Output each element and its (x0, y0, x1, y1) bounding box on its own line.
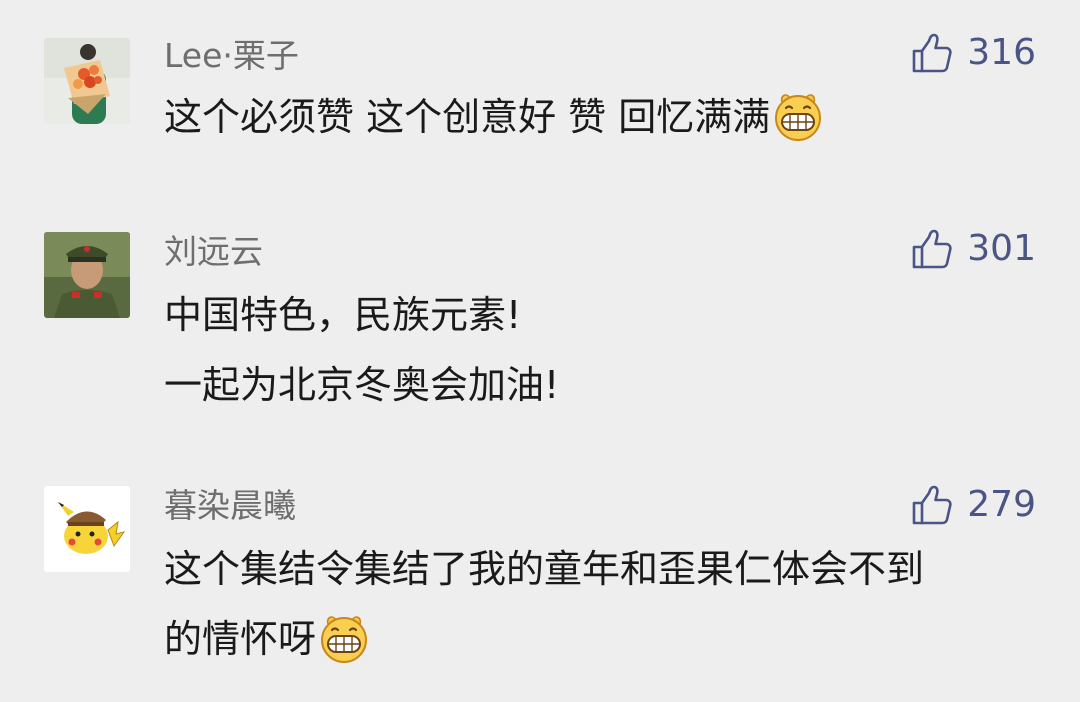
comment-text-line: 这个必须赞 这个创意好 赞 回忆满满 (164, 95, 771, 139)
comment-text: 中国特色，民族元素! 一起为北京冬奥会加油! (164, 280, 559, 420)
thumbs-up-icon (911, 32, 953, 74)
grin-emoji-icon (318, 612, 370, 664)
comment-text-line: 这个集结令集结了我的童年和歪果仁体会不到 (164, 547, 925, 591)
comment-text-line: 一起为北京冬奥会加油! (164, 363, 560, 407)
thumbs-up-icon (911, 228, 953, 270)
like-button[interactable]: 279 (911, 482, 1036, 528)
comment-author-name[interactable]: Lee·栗子 (164, 36, 299, 76)
comment-author-name[interactable]: 刘远云 (164, 232, 263, 272)
thumbs-up-icon (911, 484, 953, 526)
avatar[interactable] (44, 232, 130, 318)
like-count: 316 (967, 32, 1036, 73)
like-count: 301 (967, 228, 1036, 269)
comment-author-name[interactable]: 暮染晨曦 (164, 486, 296, 526)
comment-text: 这个必须赞 这个创意好 赞 回忆满满 (164, 82, 824, 152)
comment-text-line: 中国特色，民族元素! (164, 293, 522, 337)
like-button[interactable]: 316 (911, 30, 1036, 76)
comment-text: 这个集结令集结了我的童年和歪果仁体会不到 的情怀呀 (164, 534, 924, 674)
avatar[interactable] (44, 486, 130, 572)
comment-text-line: 的情怀呀 (164, 617, 317, 661)
like-count: 279 (967, 484, 1036, 525)
grin-emoji-icon (772, 90, 824, 142)
like-button[interactable]: 301 (911, 226, 1036, 272)
avatar[interactable] (44, 38, 130, 124)
comment-text-line-wrap: 的情怀呀 (164, 604, 924, 674)
